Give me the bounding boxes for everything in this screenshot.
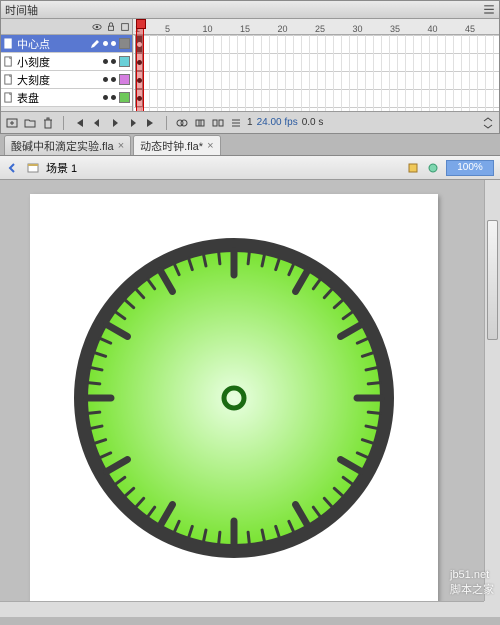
eye-icon[interactable] <box>92 22 102 32</box>
edit-symbol-icon[interactable] <box>426 161 440 175</box>
watermark: jb51.net 脚本之家 <box>450 569 494 597</box>
layer-name: 表盘 <box>17 90 100 106</box>
onion-skin-outlines-icon[interactable] <box>193 116 207 130</box>
layer-icon <box>3 56 14 67</box>
modify-markers-icon[interactable] <box>229 116 243 130</box>
new-layer-icon[interactable] <box>5 116 19 130</box>
timeline-body: 中心点 小刻度 大刻度 表盘 151015202530354045505560 <box>1 19 499 111</box>
layers-column-header <box>1 19 132 35</box>
ruler-tick: 10 <box>203 24 213 34</box>
step-forward-icon[interactable] <box>126 116 140 130</box>
ruler-tick: 25 <box>315 24 325 34</box>
watermark-text: 脚本之家 <box>450 581 494 597</box>
edit-multiple-icon[interactable] <box>211 116 225 130</box>
elapsed-time-label: 0.0 s <box>302 117 324 128</box>
timeline-title: 时间轴 <box>5 2 38 18</box>
goto-first-icon[interactable] <box>72 116 86 130</box>
horizontal-scrollbar[interactable] <box>0 601 484 617</box>
timeline-header: 时间轴 <box>1 1 499 19</box>
close-icon[interactable]: × <box>118 140 124 152</box>
layer-row[interactable]: 中心点 <box>1 35 132 53</box>
lock-icon[interactable] <box>106 22 116 32</box>
scene-label[interactable]: 场景 1 <box>46 160 77 176</box>
scene-back-icon[interactable] <box>6 161 20 175</box>
document-tabs: 酸碱中和滴定实验.fla × 动态时钟.fla* × <box>0 134 500 156</box>
color-swatch[interactable] <box>119 92 130 103</box>
delete-layer-icon[interactable] <box>41 116 55 130</box>
lock-dot[interactable] <box>111 95 116 100</box>
current-frame-label: 1 <box>247 117 253 128</box>
outline-icon[interactable] <box>120 22 130 32</box>
goto-last-icon[interactable] <box>144 116 158 130</box>
frames-column: 151015202530354045505560 <box>133 19 499 111</box>
color-swatch[interactable] <box>119 74 130 85</box>
pencil-icon <box>90 39 100 49</box>
document-tab[interactable]: 酸碱中和滴定实验.fla × <box>4 135 131 155</box>
lock-dot[interactable] <box>111 41 116 46</box>
onion-skin-icon[interactable] <box>175 116 189 130</box>
play-icon[interactable] <box>108 116 122 130</box>
layer-name: 小刻度 <box>17 54 100 70</box>
color-swatch[interactable] <box>119 56 130 67</box>
frame-grid[interactable] <box>133 35 499 111</box>
ruler-tick: 45 <box>465 24 475 34</box>
step-back-icon[interactable] <box>90 116 104 130</box>
tab-label: 动态时钟.fla* <box>140 138 203 154</box>
color-swatch[interactable] <box>119 38 130 49</box>
scene-icon <box>26 161 40 175</box>
ruler-tick: 20 <box>278 24 288 34</box>
layer-icon <box>3 38 14 49</box>
close-icon[interactable]: × <box>207 140 213 152</box>
clock-graphic[interactable] <box>74 238 394 558</box>
vertical-scrollbar[interactable] <box>484 180 500 601</box>
panel-menu-icon[interactable] <box>483 4 495 16</box>
watermark-url: jb51.net <box>450 569 494 581</box>
stage-area: jb51.net 脚本之家 <box>0 180 500 617</box>
layer-icon <box>3 92 14 103</box>
scene-bar: 场景 1 <box>0 156 500 180</box>
stage-canvas[interactable] <box>30 194 438 602</box>
lock-dot[interactable] <box>111 77 116 82</box>
timeline-footer: 1 24.00 fps 0.0 s <box>1 111 499 133</box>
visibility-dot[interactable] <box>103 59 108 64</box>
scroll-icon[interactable] <box>481 116 495 130</box>
tab-label: 酸碱中和滴定实验.fla <box>11 138 114 154</box>
layer-row[interactable]: 大刻度 <box>1 71 132 89</box>
ruler-tick: 35 <box>390 24 400 34</box>
layer-name: 中心点 <box>17 36 87 52</box>
layer-icon <box>3 74 14 85</box>
scroll-corner <box>484 601 500 617</box>
timeline-panel: 时间轴 中心点 小刻度 大刻度 表盘 151015202530354045505… <box>0 0 500 134</box>
visibility-dot[interactable] <box>103 95 108 100</box>
visibility-dot[interactable] <box>103 41 108 46</box>
layers-column: 中心点 小刻度 大刻度 表盘 <box>1 19 133 111</box>
zoom-input[interactable] <box>446 160 494 176</box>
playhead[interactable] <box>136 19 144 111</box>
lock-dot[interactable] <box>111 59 116 64</box>
ruler-tick: 15 <box>240 24 250 34</box>
edit-scene-icon[interactable] <box>406 161 420 175</box>
layer-row[interactable]: 表盘 <box>1 89 132 107</box>
document-tab[interactable]: 动态时钟.fla* × <box>133 135 220 155</box>
ruler-tick: 30 <box>353 24 363 34</box>
ruler-tick: 40 <box>428 24 438 34</box>
layer-name: 大刻度 <box>17 72 100 88</box>
visibility-dot[interactable] <box>103 77 108 82</box>
frame-ruler[interactable]: 151015202530354045505560 <box>133 19 499 35</box>
ruler-tick: 5 <box>165 24 170 34</box>
layer-row[interactable]: 小刻度 <box>1 53 132 71</box>
fps-label[interactable]: 24.00 fps <box>257 117 298 128</box>
new-folder-icon[interactable] <box>23 116 37 130</box>
